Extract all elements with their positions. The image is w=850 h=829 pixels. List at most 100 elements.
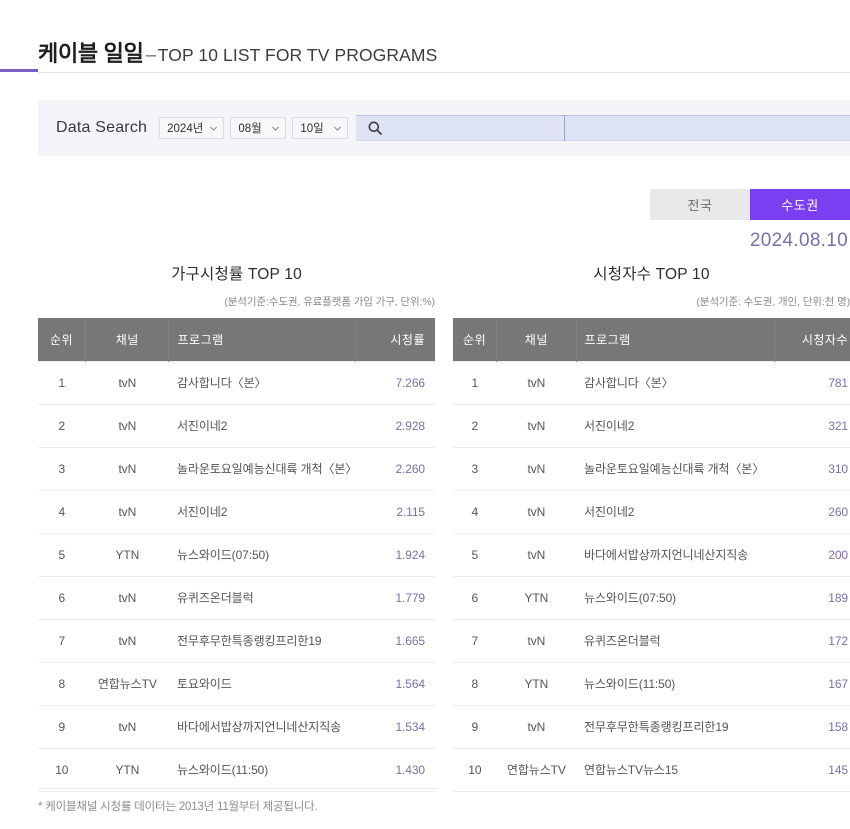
program-cell: 서진이네2: [576, 490, 775, 534]
col-header-value: 시청률: [355, 318, 435, 361]
month-select[interactable]: 08월: [230, 117, 287, 139]
rank-cell: 1: [38, 360, 86, 405]
table-row[interactable]: 10 YTN 뉴스와이드(11:50) 1.430: [38, 748, 435, 792]
program-cell: 서진이네2: [168, 404, 356, 448]
value-cell: 167: [774, 662, 850, 706]
table-row[interactable]: 1 tvN 감사합니다〈본〉 781: [453, 360, 850, 405]
table-row[interactable]: 7 tvN 전무후무한특종랭킹프리한19 1.665: [38, 619, 435, 663]
value-cell: 2.260: [355, 447, 435, 491]
page-title-sub: TOP 10 LIST FOR TV PROGRAMS: [157, 45, 438, 65]
program-cell: 뉴스와이드(07:50): [576, 576, 775, 620]
table-row[interactable]: 6 tvN 유퀴즈온더블럭 1.779: [38, 576, 435, 620]
value-cell: 2.928: [355, 404, 435, 448]
viewers-subtitle: (분석기준: 수도권, 개인, 단위:천 명): [696, 296, 850, 308]
program-cell: 감사합니다〈본〉: [168, 360, 356, 405]
table-row[interactable]: 8 연합뉴스TV 토요와이드 1.564: [38, 662, 435, 706]
table-row[interactable]: 10 연합뉴스TV 연합뉴스TV뉴스15 145: [453, 748, 850, 792]
region-tabs: 전국 수도권: [650, 189, 850, 220]
rank-cell: 9: [453, 705, 497, 749]
table-row[interactable]: 5 YTN 뉴스와이드(07:50) 1.924: [38, 533, 435, 577]
table-row[interactable]: 4 tvN 서진이네2 2.115: [38, 490, 435, 534]
col-header-program: 프로그램: [168, 318, 357, 361]
tab-nationwide[interactable]: 전국: [650, 189, 750, 220]
chevron-down-icon: [271, 124, 280, 133]
rank-cell: 8: [38, 662, 86, 706]
table-row[interactable]: 1 tvN 감사합니다〈본〉 7.266: [38, 360, 435, 405]
chevron-down-icon: [209, 124, 218, 133]
tab-metro[interactable]: 수도권: [750, 189, 850, 220]
channel-cell: YTN: [496, 662, 577, 706]
rank-cell: 9: [38, 705, 86, 749]
viewers-rows: 1 tvN 감사합니다〈본〉 781 2 tvN 서진이네2 321 3 tvN 놀라운토요일예능신…: [453, 360, 850, 792]
rank-cell: 8: [453, 662, 497, 706]
value-cell: 172: [774, 619, 850, 663]
channel-cell: tvN: [85, 705, 169, 749]
table-header-row: 순위 채널 프로그램 시청률: [38, 318, 435, 361]
channel-cell: YTN: [85, 533, 169, 577]
viewers-table: 순위 채널 프로그램 시청자수 1 tvN 감사합니다〈본〉 781 2 tvN 서진이네2…: [453, 318, 850, 792]
table-row[interactable]: 2 tvN 서진이네2 2.928: [38, 404, 435, 448]
channel-cell: tvN: [496, 360, 577, 405]
program-cell: 뉴스와이드(11:50): [576, 662, 775, 706]
col-header-channel: 채널: [85, 318, 170, 361]
rank-cell: 4: [38, 490, 86, 534]
value-cell: 1.779: [355, 576, 435, 620]
channel-cell: tvN: [85, 447, 169, 491]
program-cell: 바다에서밥상까지언니네산지직송: [168, 705, 356, 749]
footnote: * 케이블채널 시청률 데이터는 2013년 11월부터 제공됩니다.: [38, 801, 318, 813]
footnote-divider: [38, 788, 438, 789]
channel-cell: tvN: [496, 619, 577, 663]
month-select-value: 08월: [238, 123, 262, 135]
program-cell: 놀라운토요일예능신대륙 개척〈본〉: [576, 447, 775, 491]
program-cell: 뉴스와이드(11:50): [168, 748, 356, 792]
table-row[interactable]: 8 YTN 뉴스와이드(11:50) 167: [453, 662, 850, 706]
search-secondary-field[interactable]: [565, 115, 850, 141]
rank-cell: 5: [453, 533, 497, 577]
page-title-dash: –: [145, 45, 157, 66]
date-selects: 2024년 08월 10일: [159, 117, 354, 139]
rank-cell: 2: [453, 404, 497, 448]
value-cell: 145: [774, 748, 850, 792]
search-icon[interactable]: [362, 120, 388, 136]
channel-cell: tvN: [496, 705, 577, 749]
channel-cell: tvN: [85, 360, 169, 405]
table-row[interactable]: 5 tvN 바다에서밥상까지언니네산지직송 200: [453, 533, 850, 577]
program-cell: 토요와이드: [168, 662, 356, 706]
channel-cell: 연합뉴스TV: [496, 748, 577, 792]
channel-cell: tvN: [496, 404, 577, 448]
ranking-tables: 가구시청률 TOP 10 (분석기준:수도권, 유료플랫폼 가입 가구, 단위:…: [0, 262, 850, 792]
value-cell: 781: [774, 360, 850, 405]
col-header-program: 프로그램: [576, 318, 776, 361]
rank-cell: 4: [453, 490, 497, 534]
data-search-label: Data Search: [56, 119, 148, 136]
table-row[interactable]: 4 tvN 서진이네2 260: [453, 490, 850, 534]
rank-cell: 5: [38, 533, 86, 577]
household-rating-table: 순위 채널 프로그램 시청률 1 tvN 감사합니다〈본〉 7.266 2 tvN 서진이네…: [38, 318, 435, 792]
value-cell: 260: [774, 490, 850, 534]
year-select[interactable]: 2024년: [159, 117, 225, 139]
col-header-channel: 채널: [496, 318, 577, 361]
channel-cell: tvN: [85, 404, 169, 448]
day-select[interactable]: 10일: [292, 117, 349, 139]
table-row[interactable]: 7 tvN 유퀴즈온더블럭 172: [453, 619, 850, 663]
rank-cell: 10: [453, 748, 497, 792]
value-cell: 1.665: [355, 619, 435, 663]
table-row[interactable]: 3 tvN 놀라운토요일예능신대륙 개척〈본〉 2.260: [38, 447, 435, 491]
value-cell: 189: [774, 576, 850, 620]
channel-cell: tvN: [496, 533, 577, 577]
selected-date-label: 2024.08.10: [749, 230, 848, 251]
program-cell: 서진이네2: [576, 404, 775, 448]
page-header: 케이블 일일 – TOP 10 LIST FOR TV PROGRAMS: [0, 0, 850, 68]
search-input[interactable]: [388, 116, 564, 140]
table-row[interactable]: 3 tvN 놀라운토요일예능신대륙 개척〈본〉 310: [453, 447, 850, 491]
table-row[interactable]: 2 tvN 서진이네2 321: [453, 404, 850, 448]
value-cell: 7.266: [355, 360, 435, 405]
channel-cell: tvN: [496, 490, 577, 534]
program-cell: 놀라운토요일예능신대륙 개척〈본〉: [168, 447, 357, 491]
channel-cell: YTN: [496, 576, 577, 620]
table-row[interactable]: 9 tvN 전무후무한특종랭킹프리한19 158: [453, 705, 850, 749]
rank-cell: 7: [453, 619, 497, 663]
page-title: 케이블 일일 – TOP 10 LIST FOR TV PROGRAMS: [38, 36, 850, 68]
table-row[interactable]: 9 tvN 바다에서밥상까지언니네산지직송 1.534: [38, 705, 435, 749]
table-row[interactable]: 6 YTN 뉴스와이드(07:50) 189: [453, 576, 850, 620]
